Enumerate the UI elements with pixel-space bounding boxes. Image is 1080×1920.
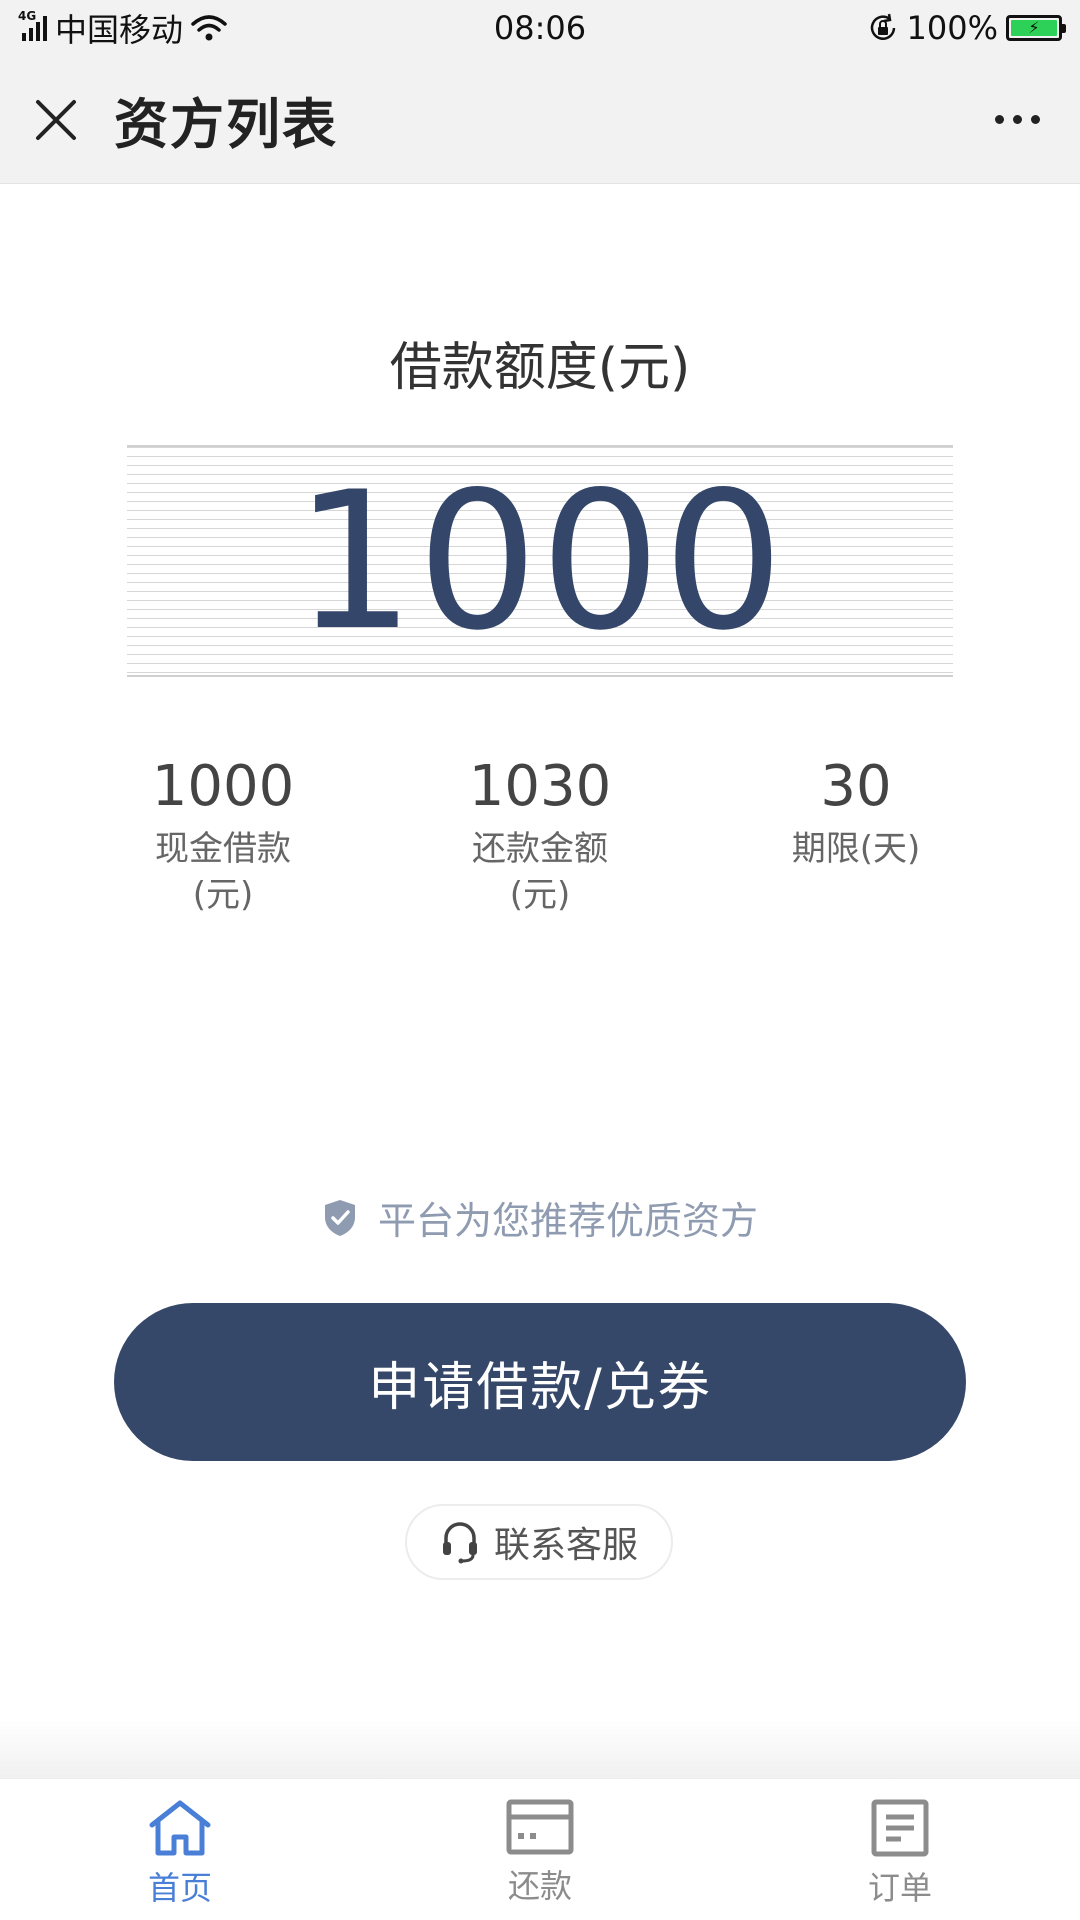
trust-notice: 平台为您推荐优质资方 <box>0 1190 1080 1245</box>
status-right: 100% ⚡ <box>867 9 1066 47</box>
tabbar-shadow <box>0 1720 1080 1780</box>
loan-amount: 1000 <box>294 450 786 672</box>
trust-text: 平台为您推荐优质资方 <box>377 1199 758 1243</box>
close-icon <box>36 99 76 140</box>
stat-repay-amount: 1030 还款金额 (元) <box>410 752 670 918</box>
home-icon <box>149 1800 211 1856</box>
tab-label: 首页 <box>147 1869 212 1907</box>
status-bar: 4G 中国移动 08:06 100% ⚡ <box>0 0 1080 56</box>
tab-label: 订单 <box>867 1869 932 1907</box>
tab-repay[interactable]: 还款 <box>440 1779 640 1920</box>
page-title: 资方列表 <box>114 93 338 156</box>
network-type: 4G <box>18 9 37 23</box>
status-time: 08:06 <box>493 9 587 47</box>
stat-unit: (元) <box>509 875 571 915</box>
document-icon <box>871 1799 929 1857</box>
carrier-name: 中国移动 <box>55 11 184 49</box>
signal-icon: 4G <box>18 9 47 41</box>
tab-orders[interactable]: 订单 <box>800 1779 1000 1920</box>
stat-label: 现金借款 <box>155 829 291 869</box>
stat-label: 还款金额 <box>472 829 608 869</box>
shield-check-icon <box>324 1199 355 1236</box>
stat-term: 30 期限(天) <box>726 752 986 872</box>
service-label: 联系客服 <box>493 1525 638 1566</box>
card-icon <box>506 1799 574 1855</box>
bottom-tabbar: 首页 还款 订单 <box>0 1778 1080 1920</box>
close-button[interactable] <box>28 92 84 148</box>
nav-header: 资方列表 <box>0 56 1080 184</box>
more-dot <box>1030 115 1040 124</box>
tab-home[interactable]: 首页 <box>80 1779 280 1920</box>
stat-unit: (元) <box>192 875 254 915</box>
battery-icon: ⚡ <box>1006 15 1066 41</box>
quota-label: 借款额度(元) <box>389 338 691 398</box>
more-dot <box>1012 115 1022 124</box>
stat-value: 30 <box>820 754 892 819</box>
amount-display: 1000 <box>127 445 953 677</box>
status-left: 4G 中国移动 <box>18 5 227 51</box>
wifi-icon <box>191 15 227 41</box>
stat-cash-loan: 1000 现金借款 (元) <box>93 752 353 918</box>
stat-label: 期限(天) <box>791 829 921 869</box>
rotation-lock-icon <box>870 13 895 40</box>
stat-value: 1000 <box>151 754 295 819</box>
battery-percent: 100% <box>906 9 998 47</box>
stat-value: 1030 <box>468 754 612 819</box>
more-dot <box>994 115 1004 124</box>
tab-label: 还款 <box>507 1867 572 1905</box>
more-options-button[interactable] <box>982 92 1052 148</box>
contact-service-button[interactable]: 联系客服 <box>405 1504 673 1580</box>
headset-icon <box>442 1522 477 1564</box>
apply-loan-button[interactable]: 申请借款/兑券 <box>114 1303 966 1461</box>
